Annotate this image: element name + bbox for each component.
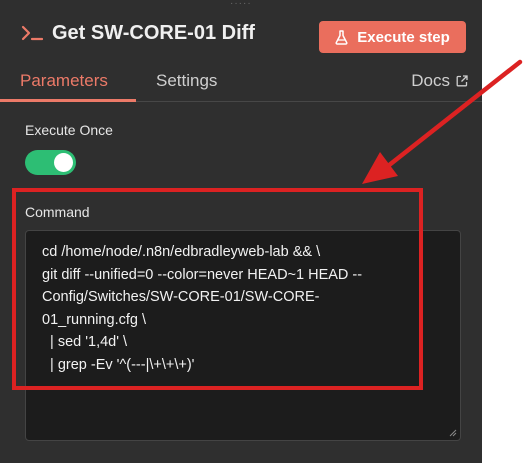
- resize-handle-icon[interactable]: [449, 429, 457, 437]
- flask-icon: [335, 29, 348, 45]
- tab-bar: Parameters Settings Docs: [0, 60, 482, 102]
- node-title[interactable]: Get SW-CORE-01 Diff: [52, 22, 255, 45]
- toggle-knob: [54, 153, 73, 172]
- external-link-icon: [456, 75, 468, 87]
- tab-parameters[interactable]: Parameters: [20, 71, 108, 91]
- docs-link[interactable]: Docs: [411, 71, 468, 91]
- execute-once-toggle[interactable]: [25, 150, 76, 175]
- docs-label: Docs: [411, 71, 450, 90]
- execute-step-label: Execute step: [357, 28, 450, 46]
- execute-once-label: Execute Once: [25, 122, 113, 138]
- execute-step-button[interactable]: Execute step: [319, 21, 466, 53]
- terminal-icon: [21, 25, 43, 41]
- tab-settings[interactable]: Settings: [156, 71, 217, 91]
- active-tab-indicator: [0, 99, 136, 102]
- annotation-highlight-box: [12, 188, 423, 390]
